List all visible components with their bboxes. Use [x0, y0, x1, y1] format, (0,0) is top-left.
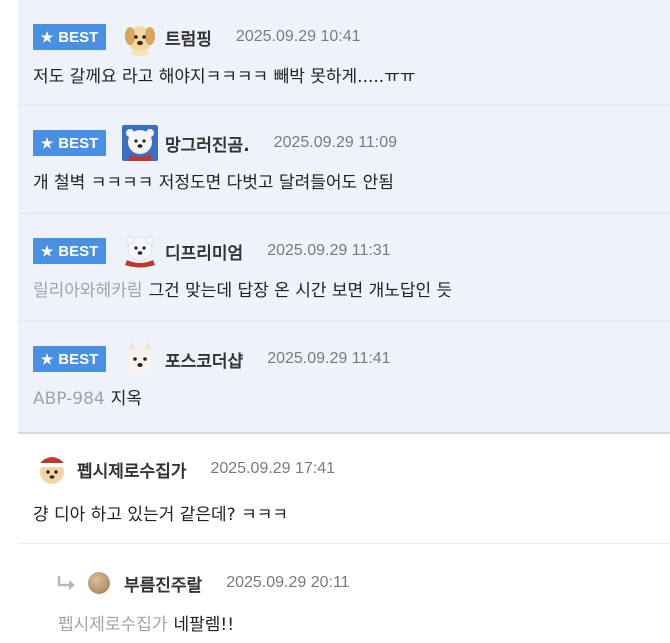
comment: 펩시제로수집가 2025.09.29 17:41 걍 디아 하고 있는거 같은데…: [18, 450, 670, 542]
comment-text: 개 철벽 ㅋㅋㅋㅋ 저정도면 다벗고 달려들어도 안됨: [33, 173, 394, 193]
nickname[interactable]: 부름진주랄: [124, 571, 202, 596]
star-icon: ★: [40, 351, 54, 367]
star-icon: ★: [40, 135, 54, 151]
nickname[interactable]: 트럼핑: [165, 25, 212, 50]
nickname[interactable]: 디프리미엄: [165, 239, 243, 264]
puppy-hat-avatar-icon[interactable]: [33, 450, 71, 488]
best-badge: ★ BEST: [33, 24, 106, 50]
comment-header: ★ BEST 망그러진곰. 2025.09.29 11:09: [33, 124, 397, 162]
reply-arrow-icon: [56, 572, 78, 594]
mention[interactable]: 릴리아와헤카림: [33, 281, 142, 301]
best-comment: ★ BEST 트럼핑 2025.09.29 10:41 저도 갈께요 라고 해야지…: [18, 0, 670, 106]
comment-header: ★ BEST 트럼핑 2025.09.29 10:41: [33, 18, 360, 56]
best-comment: ★ BEST 디프리미엄 2025.09.29 11:31 릴리아와헤카림 그건 맞…: [18, 214, 670, 322]
nickname[interactable]: 망그러진곰.: [165, 131, 250, 156]
comment-header: ★ BEST 디프리미엄 2025.09.29 11:31: [33, 232, 391, 270]
star-icon: ★: [40, 243, 54, 259]
star-icon: ★: [40, 29, 54, 45]
nickname[interactable]: 펩시제로수집가: [77, 457, 186, 482]
comment-text: 펩시제로수집가 네팔렘!!: [58, 615, 235, 635]
comment-text: 릴리아와헤카림 그건 맞는데 답장 온 시간 보면 개노답인 듯: [33, 281, 453, 301]
best-badge: ★ BEST: [33, 130, 106, 156]
best-comment: ★ BEST 망그러진곰. 2025.09.29 11:09 개 철벽 ㅋㅋㅋㅋ …: [18, 106, 670, 214]
timestamp: 2025.09.29 11:09: [273, 134, 398, 151]
comment-header: 펩시제로수집가 2025.09.29 17:41: [33, 450, 335, 488]
comment-text: 저도 갈께요 라고 해야지ㅋㅋㅋㅋ 빼박 못하게.....ㅠㅠ: [33, 67, 416, 87]
comment-text: ABP-984 지옥: [33, 389, 143, 409]
divider: [18, 432, 670, 434]
bead-avatar-icon[interactable]: [88, 572, 110, 594]
timestamp: 2025.09.29 10:41: [235, 28, 361, 45]
best-badge: ★ BEST: [33, 346, 106, 372]
comment-header: ★ BEST 포스코더샵 2025.09.29 11:41: [33, 340, 391, 378]
timestamp: 2025.09.29 17:41: [210, 460, 336, 477]
comment-list: ★ BEST 트럼핑 2025.09.29 10:41 저도 갈께요 라고 해야지…: [18, 0, 670, 643]
polar-bear-scarf-avatar-icon[interactable]: [121, 232, 159, 270]
timestamp: 2025.09.29 20:11: [226, 574, 350, 591]
timestamp: 2025.09.29 11:31: [267, 242, 391, 259]
mention[interactable]: 펩시제로수집가: [58, 615, 167, 635]
best-badge: ★ BEST: [33, 238, 106, 264]
reply: 부름진주랄 2025.09.29 20:11 펩시제로수집가 네팔렘!!: [18, 543, 670, 643]
reply-header: 부름진주랄 2025.09.29 20:11: [56, 564, 350, 602]
comment-text: 걍 디아 하고 있는거 같은데? ㅋㅋㅋ: [33, 505, 289, 525]
best-comment: ★ BEST 포스코더샵 2025.09.29 11:41 ABP-984 지옥: [18, 322, 670, 432]
polar-bear-avatar-icon[interactable]: [121, 124, 159, 162]
timestamp: 2025.09.29 11:41: [267, 350, 391, 367]
nickname[interactable]: 포스코더샵: [165, 347, 243, 372]
mention[interactable]: ABP-984: [33, 389, 105, 409]
puppy-avatar-icon[interactable]: [121, 18, 159, 56]
white-dog-avatar-icon[interactable]: [121, 340, 159, 378]
